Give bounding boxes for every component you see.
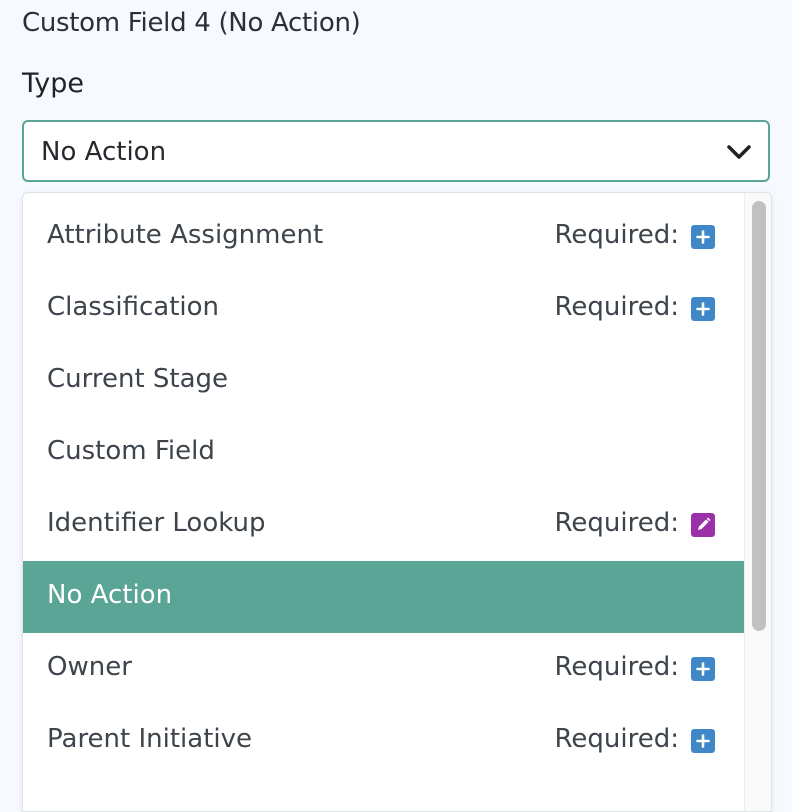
required-label: Required: xyxy=(554,508,679,538)
chevron-down-icon[interactable] xyxy=(726,142,752,162)
type-field-label: Type xyxy=(22,68,85,99)
option-label: Custom Field xyxy=(47,436,215,466)
scrollbar-thumb[interactable] xyxy=(752,201,766,631)
edit-square-icon[interactable] xyxy=(691,513,715,537)
type-select-value: No Action xyxy=(41,137,167,167)
option-label: Current Stage xyxy=(47,364,229,394)
type-dropdown-list: Attribute Assignment Required: Classificat… xyxy=(22,192,772,812)
dropdown-option-more[interactable] xyxy=(23,777,745,811)
dropdown-option-identifier-lookup[interactable]: Identifier Lookup Required: xyxy=(23,489,745,561)
section-title: Custom Field 4 (No Action) xyxy=(22,8,361,38)
dropdown-option-no-action[interactable]: No Action xyxy=(23,561,745,633)
dropdown-option-parent-initiative[interactable]: Parent Initiative Required: xyxy=(23,705,745,777)
dropdown-option-classification[interactable]: Classification Required: xyxy=(23,273,745,345)
option-label: No Action xyxy=(47,580,173,610)
required-label: Required: xyxy=(554,652,679,682)
plus-square-icon[interactable] xyxy=(691,657,715,681)
dropdown-scrollbar[interactable] xyxy=(744,193,771,811)
required-label: Required: xyxy=(554,724,679,754)
dropdown-option-owner[interactable]: Owner Required: xyxy=(23,633,745,705)
plus-square-icon[interactable] xyxy=(691,729,715,753)
plus-square-icon[interactable] xyxy=(691,297,715,321)
option-label: Identifier Lookup xyxy=(47,508,266,538)
option-label: Parent Initiative xyxy=(47,724,253,754)
dropdown-option-current-stage[interactable]: Current Stage xyxy=(23,345,745,417)
option-label: Classification xyxy=(47,292,220,322)
plus-square-icon[interactable] xyxy=(691,225,715,249)
type-select[interactable]: No Action xyxy=(22,120,770,182)
required-label: Required: xyxy=(554,292,679,322)
dropdown-option-custom-field[interactable]: Custom Field xyxy=(23,417,745,489)
dropdown-option-attribute-assignment[interactable]: Attribute Assignment Required: xyxy=(23,201,745,273)
option-label: Attribute Assignment xyxy=(47,220,324,250)
option-label: Owner xyxy=(47,652,132,682)
required-label: Required: xyxy=(554,220,679,250)
